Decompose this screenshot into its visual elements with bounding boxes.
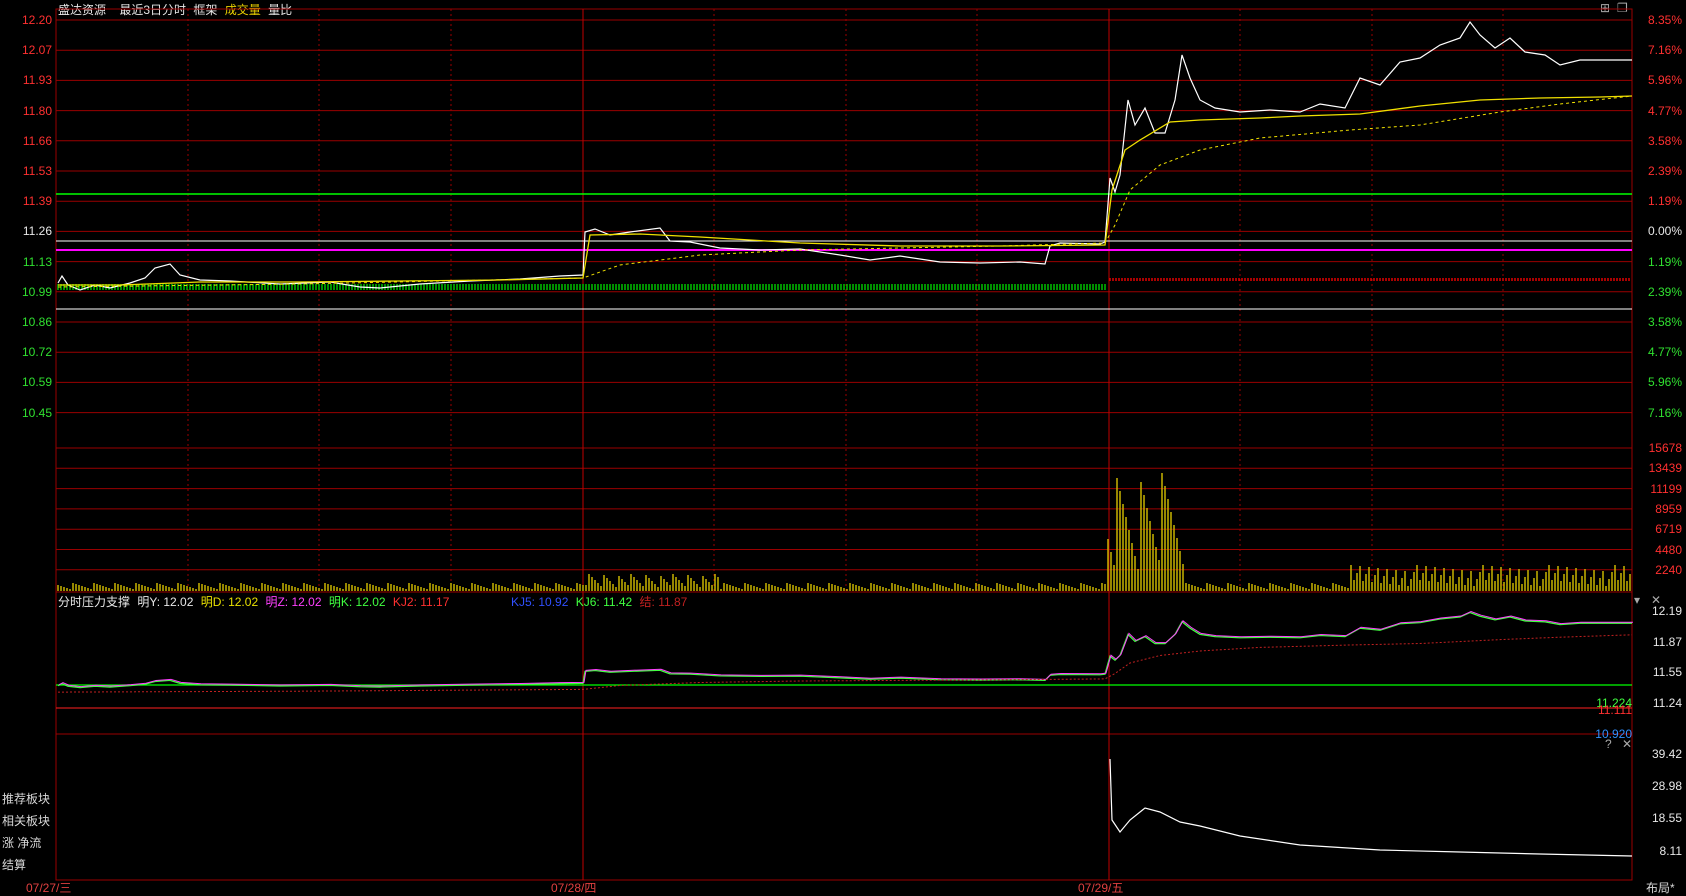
right-percent-tick-7: 0.00% — [1647, 224, 1682, 239]
volume-tick-2: 11199 — [1650, 481, 1682, 496]
right-percent-tick-0: 8.35% — [1647, 13, 1682, 27]
volume-bars — [57, 473, 1631, 591]
left-price-tick-9: 10.99 — [21, 284, 52, 299]
left-price-tick-2: 11.93 — [22, 73, 52, 88]
help-icon[interactable]: ? — [1605, 737, 1612, 751]
side-label-3[interactable]: 涨 净流 — [2, 834, 41, 851]
left-price-tick-0: 12.20 — [21, 13, 52, 27]
indicator-red-value: 11.111 — [1597, 703, 1632, 717]
right-percent-tick-9: 2.39% — [1647, 284, 1682, 299]
left-price-tick-6: 11.39 — [22, 194, 52, 209]
right-percent-tick-8: 1.19% — [1647, 254, 1682, 269]
ming-y: 明Y: 12.02 — [137, 595, 194, 609]
chart-frame — [55, 8, 1633, 881]
kj6: KJ6: 11.42 — [575, 595, 633, 609]
right-percent-tick-2: 5.96% — [1647, 73, 1682, 88]
right-percent-tick-13: 7.16% — [1647, 405, 1682, 420]
left-price-tick-8: 11.13 — [22, 254, 52, 269]
chart-canvas — [55, 8, 1633, 881]
indicator-header-2: KJ5: 10.92 KJ6: 11.42 结: 11.87 — [511, 593, 687, 610]
indicator-title[interactable]: 分时压力支撑 — [58, 595, 130, 609]
left-price-tick-4: 11.66 — [22, 133, 52, 148]
right-percent-tick-4: 3.58% — [1647, 133, 1682, 148]
volume-tick-3: 8959 — [1655, 501, 1682, 516]
volume-tick-4: 6719 — [1655, 522, 1682, 537]
kj2: KJ2: 11.17 — [392, 595, 450, 609]
right-percent-tick-5: 2.39% — [1647, 164, 1682, 178]
date-label-3: 07/29/五 — [1078, 881, 1124, 895]
left-price-tick-10: 10.86 — [21, 315, 52, 329]
indicator-header: 分时压力支撑 明Y: 12.02 明D: 12.02 明Z: 12.02 明K:… — [58, 593, 449, 610]
bottom-tick-0: 39.42 — [1651, 747, 1682, 761]
ming-k: 明K: 12.02 — [328, 595, 386, 609]
volume-tick-6: 2240 — [1655, 562, 1682, 577]
bottom-tick-3: 8.11 — [1659, 843, 1682, 858]
right-percent-tick-6: 1.19% — [1647, 194, 1682, 209]
left-price-tick-11: 10.72 — [21, 345, 52, 360]
layout-button[interactable]: 布局* — [1646, 879, 1675, 896]
indicator-tick-2: 11.55 — [1652, 665, 1682, 680]
volume-tick-1: 13439 — [1648, 461, 1682, 476]
dashed-avg-line — [57, 95, 1633, 288]
kj5: KJ5: 10.92 — [511, 595, 569, 609]
indicator-magenta-curve — [58, 611, 1633, 688]
left-price-tick-13: 10.45 — [21, 405, 52, 420]
volume-ratio-curve — [1109, 758, 1633, 857]
indicator-red-dashed — [57, 634, 1633, 693]
right-percent-tick-10: 3.58% — [1647, 315, 1682, 329]
right-percent-tick-12: 5.96% — [1647, 375, 1682, 390]
left-price-tick-5: 11.53 — [22, 164, 52, 178]
date-label-2: 07/28/四 — [551, 881, 597, 895]
ming-z: 明Z: 12.02 — [265, 595, 322, 609]
right-percent-tick-11: 4.77% — [1647, 345, 1682, 360]
bottom-tick-1: 28.98 — [1651, 779, 1682, 794]
left-price-tick-7: 11.26 — [22, 224, 52, 239]
indicator-tick-1: 11.87 — [1652, 634, 1682, 649]
bottom-tick-2: 18.55 — [1651, 811, 1682, 826]
right-percent-tick-1: 7.16% — [1647, 43, 1682, 58]
indicator-tick-3: 11.24 — [1652, 696, 1682, 711]
indicator-tick-0: 12.19 — [1651, 604, 1682, 618]
average-line — [58, 95, 1633, 286]
left-price-tick-1: 12.07 — [21, 43, 52, 58]
left-price-tick-3: 11.80 — [22, 103, 52, 118]
right-percent-tick-3: 4.77% — [1647, 103, 1682, 118]
side-label-1[interactable]: 推荐板块 — [2, 790, 50, 807]
side-label-4[interactable]: 结算 — [2, 856, 26, 873]
close-bottom-icon[interactable]: ✕ — [1622, 737, 1632, 751]
volume-tick-0: 15678 — [1648, 441, 1682, 455]
date-label-1: 07/27/三 — [26, 881, 72, 895]
kj-last: 结: 11.87 — [639, 595, 688, 609]
volume-tick-5: 4480 — [1655, 542, 1682, 557]
indicator-green-curve — [57, 611, 1632, 689]
ming-d: 明D: 12.02 — [200, 595, 259, 609]
side-label-2[interactable]: 相关板块 — [2, 812, 50, 829]
left-price-tick-12: 10.59 — [21, 375, 52, 390]
red-flow-band — [1109, 278, 1630, 281]
